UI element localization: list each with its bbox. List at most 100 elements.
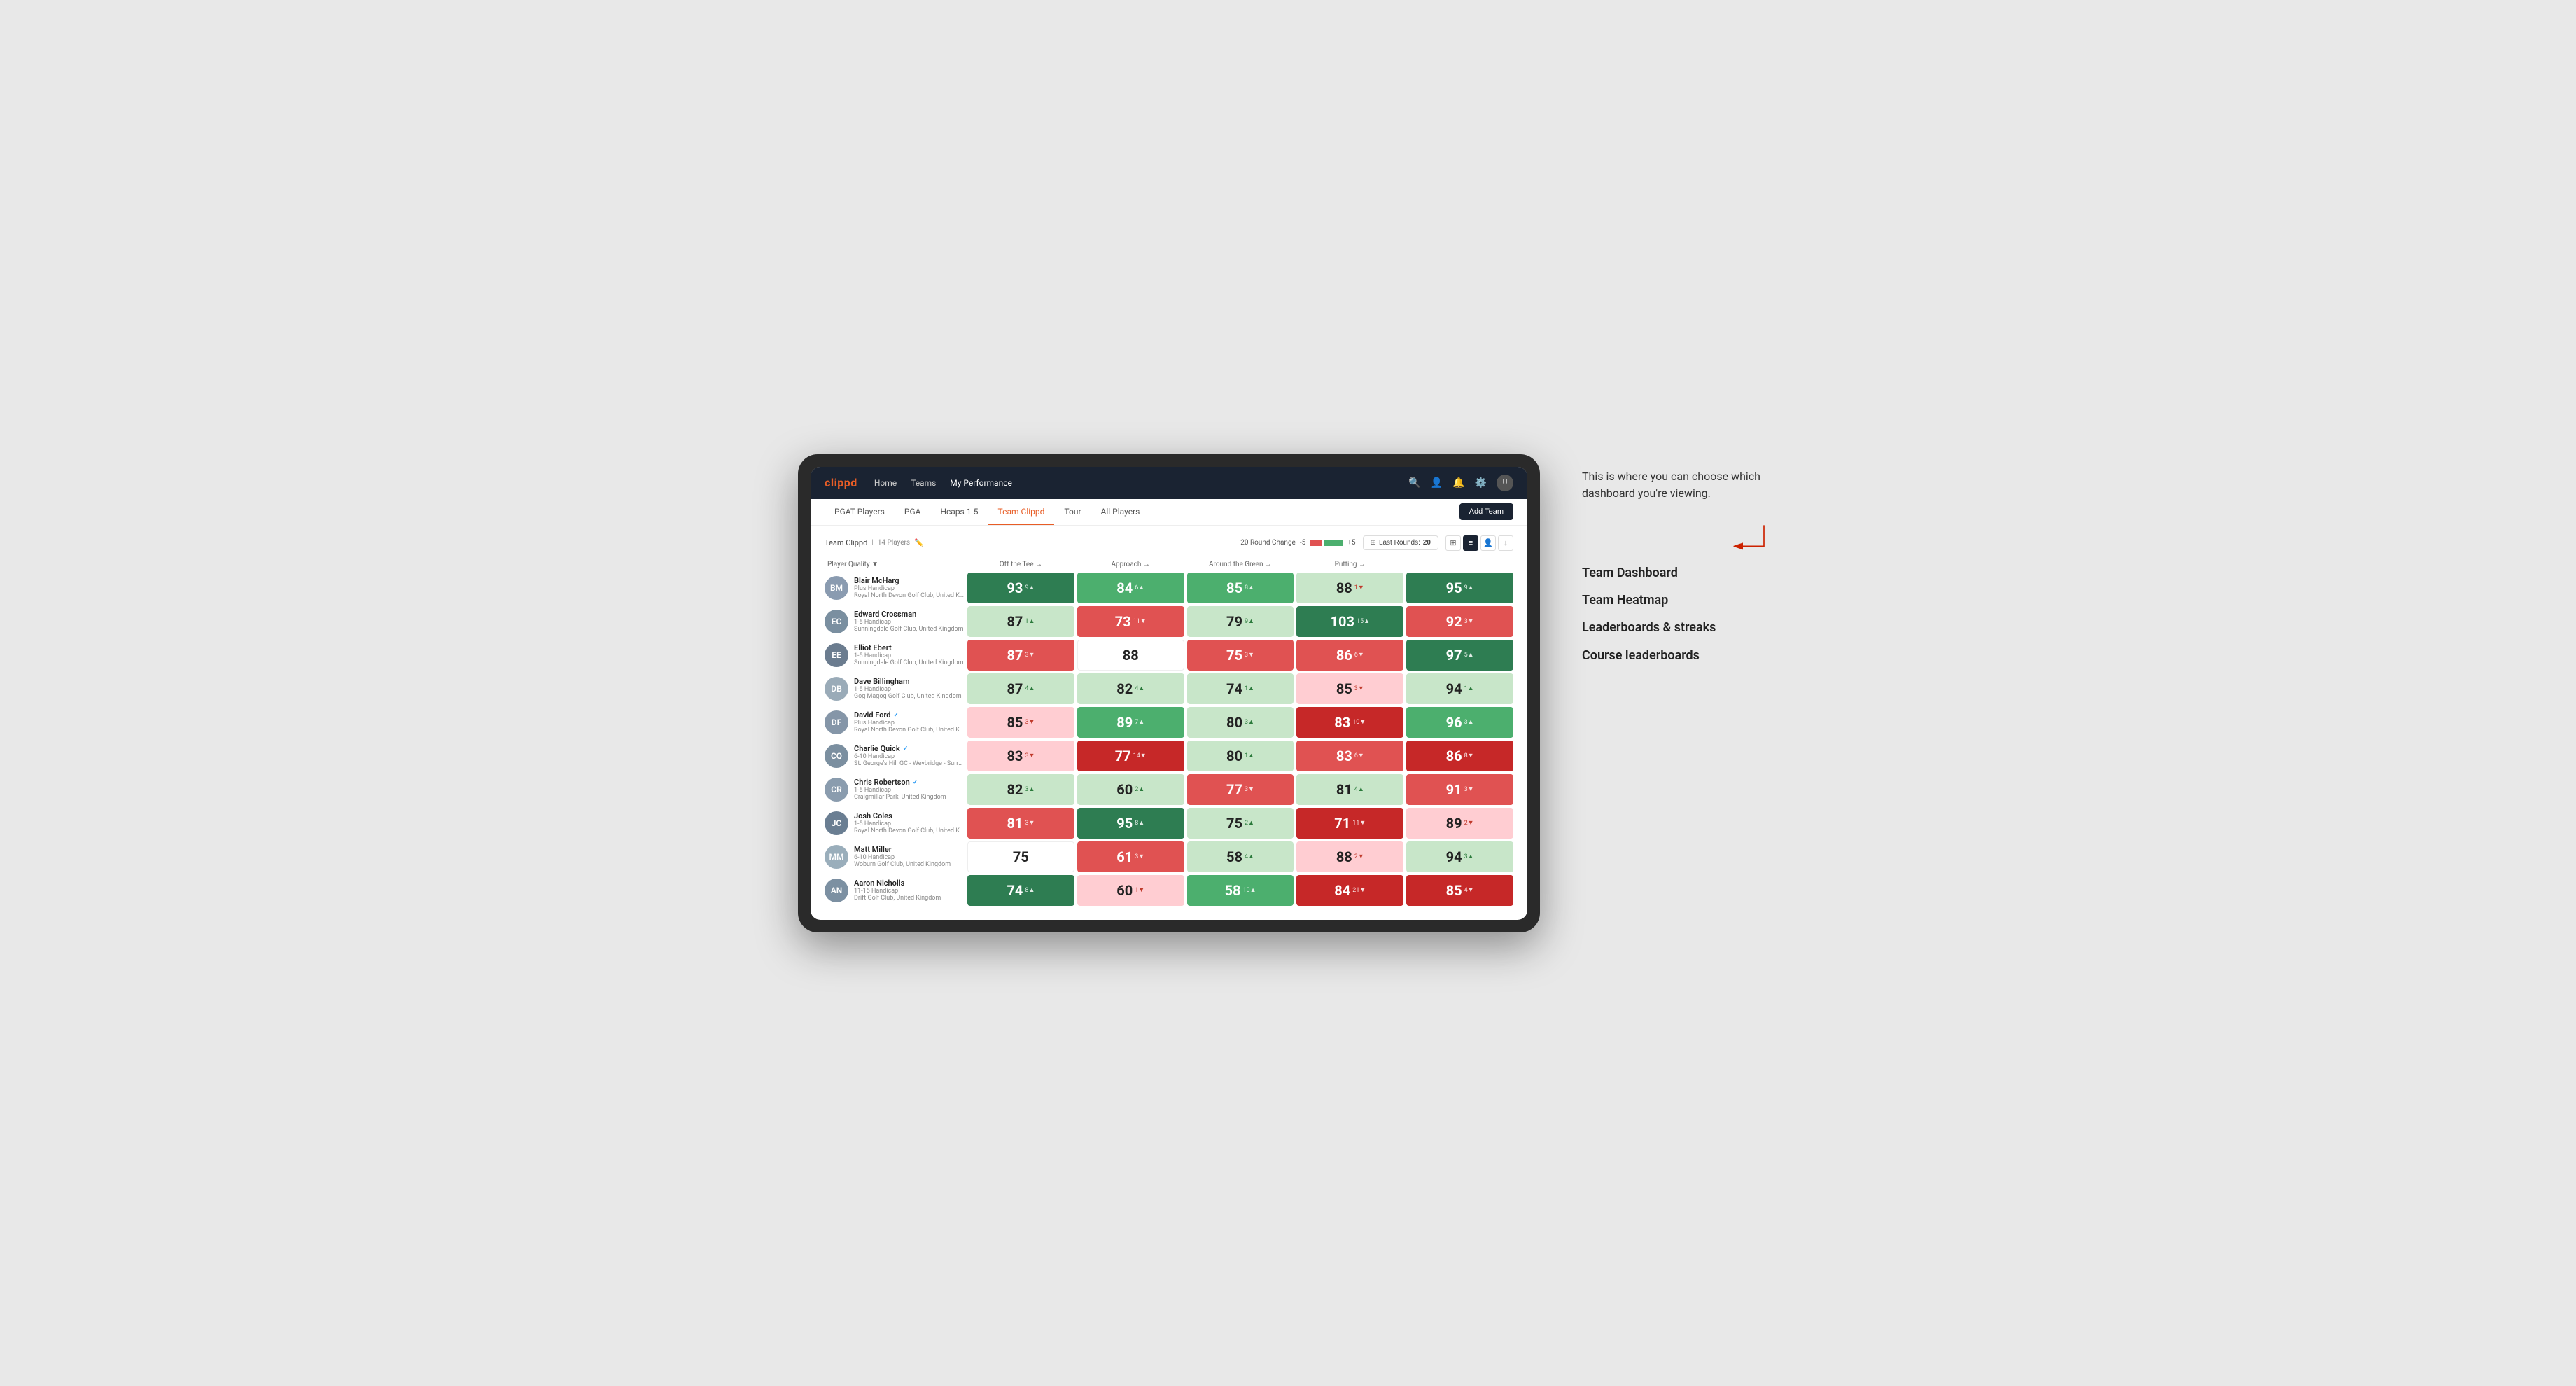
score-cell-approach: 75 3▼ [1187, 640, 1294, 671]
player-avatar: CR [825, 778, 848, 802]
col-header-tee[interactable]: Off the Tee → [967, 559, 1074, 570]
score-value: 93 [1007, 580, 1023, 596]
score-value: 86 [1446, 748, 1462, 764]
score-value: 87 [1007, 680, 1023, 697]
score-change: 8▲ [1135, 819, 1144, 827]
subnav-pga[interactable]: PGA [895, 500, 931, 525]
player-row[interactable]: DF David Ford ✓ Plus Handicap Royal Nort… [825, 707, 1513, 738]
score-change: 21▼ [1352, 886, 1366, 894]
subnav-team-clippd[interactable]: Team Clippd [988, 500, 1055, 525]
nav-link-teams[interactable]: Teams [911, 475, 936, 491]
score-cell-tee: 73 11▼ [1077, 606, 1184, 637]
player-avatar: AN [825, 878, 848, 902]
verified-icon: ✓ [894, 712, 899, 719]
player-details: Blair McHarg Plus Handicap Royal North D… [854, 576, 965, 599]
score-value: 82 [1007, 781, 1023, 798]
score-cell-quality: 74 8▲ [967, 875, 1074, 906]
round-change: 20 Round Change -5 +5 [1240, 539, 1355, 547]
score-value: 75 [1226, 647, 1242, 664]
score-cell-putting: 94 1▲ [1406, 673, 1513, 704]
player-row[interactable]: AN Aaron Nicholls 11-15 Handicap Drift G… [825, 875, 1513, 906]
player-club: Royal North Devon Golf Club, United King… [854, 592, 965, 599]
player-details: Elliot Ebert 1-5 Handicap Sunningdale Go… [854, 643, 963, 666]
subnav-hcaps[interactable]: Hcaps 1-5 [930, 500, 988, 525]
score-value: 91 [1446, 781, 1462, 798]
arrow-indicator [1582, 523, 1778, 551]
score-value: 73 [1115, 613, 1131, 630]
score-change: 3▲ [1464, 853, 1474, 860]
score-cell-around: 71 11▼ [1296, 808, 1404, 839]
view-person-btn[interactable]: 👤 [1480, 536, 1496, 551]
last-rounds-button[interactable]: ⊞ Last Rounds: 20 [1363, 536, 1438, 550]
col-header-around[interactable]: Around the Green → [1187, 559, 1294, 570]
score-value: 58 [1226, 848, 1242, 865]
score-cell-tee: 60 1▼ [1077, 875, 1184, 906]
subnav-all-players[interactable]: All Players [1091, 500, 1150, 525]
search-icon[interactable]: 🔍 [1408, 477, 1420, 489]
score-change: 3▼ [1245, 651, 1254, 659]
nav-link-home[interactable]: Home [874, 475, 897, 491]
player-handicap: 1-5 Handicap [854, 686, 962, 693]
col-header-approach[interactable]: Approach → [1077, 559, 1184, 570]
score-change: 3▲ [1245, 718, 1254, 726]
nav-link-performance[interactable]: My Performance [950, 475, 1012, 491]
avatar[interactable]: U [1497, 475, 1513, 491]
col-header-player[interactable]: Player Quality ▼ [825, 559, 965, 570]
annotation-item-0: Team Dashboard [1582, 565, 1778, 581]
player-row[interactable]: MM Matt Miller 6-10 Handicap Woburn Golf… [825, 841, 1513, 872]
sub-nav-links: PGAT Players PGA Hcaps 1-5 Team Clippd T… [825, 500, 1460, 524]
score-change: 15▲ [1357, 617, 1370, 625]
score-cell-quality: 82 3▲ [967, 774, 1074, 805]
verified-icon: ✓ [913, 779, 918, 786]
view-table-btn[interactable]: ≡ [1463, 536, 1478, 551]
player-handicap: 6-10 Handicap [854, 854, 951, 861]
score-cell-putting: 97 5▲ [1406, 640, 1513, 671]
view-grid-btn[interactable]: ⊞ [1446, 536, 1461, 551]
nav-icons: 🔍 👤 🔔 ⚙️ U [1408, 475, 1513, 491]
score-cell-approach: 79 9▲ [1187, 606, 1294, 637]
player-row[interactable]: JC Josh Coles 1-5 Handicap Royal North D… [825, 808, 1513, 839]
player-info: BM Blair McHarg Plus Handicap Royal Nort… [825, 573, 965, 603]
player-row[interactable]: BM Blair McHarg Plus Handicap Royal Nort… [825, 573, 1513, 603]
score-value: 58 [1225, 882, 1241, 899]
player-row[interactable]: CR Chris Robertson ✓ 1-5 Handicap Craigm… [825, 774, 1513, 805]
subnav-pgat[interactable]: PGAT Players [825, 500, 895, 525]
score-value: 95 [1116, 815, 1133, 832]
round-change-label: 20 Round Change [1240, 539, 1296, 547]
edit-icon[interactable]: ✏️ [914, 538, 924, 547]
score-value: 83 [1334, 714, 1350, 731]
score-cell-quality: 87 3▼ [967, 640, 1074, 671]
score-change: 1▲ [1245, 685, 1254, 692]
score-value: 61 [1116, 848, 1133, 865]
add-team-button[interactable]: Add Team [1460, 503, 1513, 520]
last-rounds-value: 20 [1423, 539, 1431, 547]
player-row[interactable]: EE Elliot Ebert 1-5 Handicap Sunningdale… [825, 640, 1513, 671]
player-info: DB Dave Billingham 1-5 Handicap Gog Mago… [825, 674, 965, 704]
bar-green [1324, 540, 1343, 546]
player-handicap: 1-5 Handicap [854, 820, 965, 827]
score-change: 6▼ [1354, 752, 1364, 760]
player-info: EE Elliot Ebert 1-5 Handicap Sunningdale… [825, 640, 965, 670]
score-cell-approach: 58 4▲ [1187, 841, 1294, 872]
bell-icon[interactable]: 🔔 [1452, 477, 1464, 489]
score-cell-tee: 77 14▼ [1077, 741, 1184, 771]
player-row[interactable]: CQ Charlie Quick ✓ 6-10 Handicap St. Geo… [825, 741, 1513, 771]
score-value: 85 [1446, 882, 1462, 899]
score-value: 94 [1446, 680, 1462, 697]
score-change: 1▲ [1025, 617, 1035, 625]
player-row[interactable]: EC Edward Crossman 1-5 Handicap Sunningd… [825, 606, 1513, 637]
settings-icon[interactable]: ⚙️ [1475, 477, 1487, 489]
player-details: Edward Crossman 1-5 Handicap Sunningdale… [854, 610, 963, 633]
score-change: 3▲ [1025, 785, 1035, 793]
person-icon[interactable]: 👤 [1431, 477, 1443, 489]
top-nav: clippd Home Teams My Performance 🔍 👤 🔔 ⚙… [811, 467, 1527, 499]
score-cell-approach: 85 8▲ [1187, 573, 1294, 603]
col-header-putting[interactable]: Putting → [1296, 559, 1404, 570]
player-row[interactable]: DB Dave Billingham 1-5 Handicap Gog Mago… [825, 673, 1513, 704]
subnav-tour[interactable]: Tour [1054, 500, 1091, 525]
score-change: 8▼ [1464, 752, 1474, 760]
player-details: Aaron Nicholls 11-15 Handicap Drift Golf… [854, 878, 941, 902]
score-cell-around: 86 6▼ [1296, 640, 1404, 671]
view-download-btn[interactable]: ↓ [1498, 536, 1513, 551]
score-value: 77 [1115, 748, 1131, 764]
